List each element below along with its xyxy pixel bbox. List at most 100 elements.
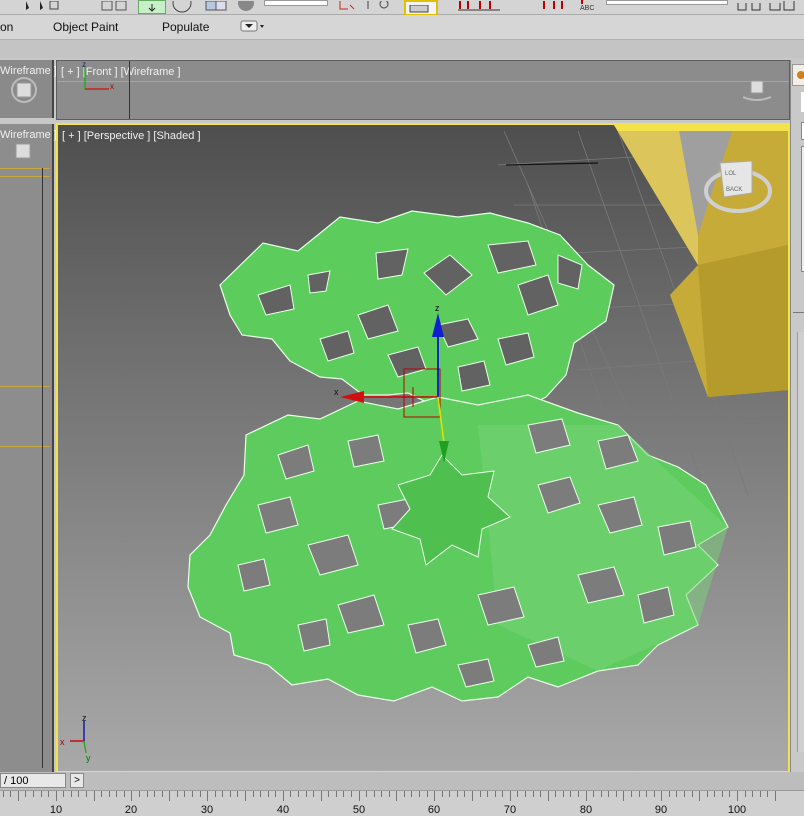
ruler-tick — [192, 791, 193, 797]
ruler-label: 70 — [503, 804, 517, 816]
viewcube-mini-icon[interactable] — [4, 76, 44, 106]
ruler-label: 10 — [49, 804, 63, 816]
tab-object-paint[interactable]: Object Paint — [53, 20, 118, 34]
ruler-tick — [154, 791, 155, 797]
ruler-tick — [654, 791, 655, 797]
ruler-tick — [283, 791, 284, 801]
command-panel[interactable] — [790, 60, 804, 772]
ruler-tick — [404, 791, 405, 797]
ruler-tick — [502, 791, 503, 797]
ruler-tick — [313, 791, 314, 797]
ruler-tick — [245, 791, 246, 801]
ruler-tick — [434, 791, 435, 801]
circle-tool-icon[interactable] — [172, 0, 192, 13]
frame-counter-field[interactable]: / 100 — [0, 773, 66, 788]
search-field[interactable] — [606, 0, 728, 5]
ruler-tick — [714, 791, 715, 797]
ruler-tick — [533, 791, 534, 797]
ruler-tick — [351, 791, 352, 797]
schematic-view-icon[interactable] — [540, 0, 570, 12]
ruler-tick — [124, 791, 125, 797]
tab-populate[interactable]: Populate — [162, 20, 209, 34]
ruler-tick — [48, 791, 49, 797]
ruler-tick — [646, 791, 647, 797]
ruler-tick — [737, 791, 738, 801]
snap-toggle-icon[interactable] — [138, 0, 166, 14]
ruler-tick — [616, 791, 617, 797]
ruler-tick — [3, 791, 4, 797]
ruler-tick — [275, 791, 276, 797]
window-controls-icon[interactable] — [736, 0, 796, 12]
layer-manager-icon[interactable] — [204, 0, 230, 12]
selection-region-icon[interactable] — [100, 0, 130, 12]
ruler-tick — [699, 791, 700, 801]
green-pattern-mesh[interactable] — [187, 210, 729, 702]
ruler-tick — [374, 791, 375, 797]
ruler-label: 20 — [124, 804, 138, 816]
ruler-tick — [752, 791, 753, 797]
ruler-tick — [177, 791, 178, 797]
ruler-tick — [33, 791, 34, 797]
gizmo-z-label: z — [435, 303, 440, 313]
ruler-tick — [419, 791, 420, 797]
ruler-label: 50 — [352, 804, 366, 816]
align-icon[interactable] — [364, 0, 394, 12]
perspective-scene: LOL BACK z x z x y — [60, 125, 788, 763]
axis-tripod-icon: z x y — [60, 713, 91, 763]
timeline-ruler[interactable]: 10 20 30 40 50 60 70 80 90 100 — [0, 790, 804, 816]
named-selection-field[interactable] — [264, 0, 328, 6]
ruler-tick — [745, 791, 746, 797]
gizmo-x-arrow[interactable] — [340, 391, 364, 403]
ribbon-options-dropdown[interactable] — [240, 20, 266, 33]
select-tools-icon[interactable] — [20, 0, 60, 12]
ruler-tick — [237, 791, 238, 797]
ruler-tick — [449, 791, 450, 797]
panel-rollout[interactable] — [797, 332, 804, 752]
ruler-tick — [389, 791, 390, 797]
ruler-tick — [578, 791, 579, 797]
ruler-tick — [525, 791, 526, 797]
command-panel-tab-icon[interactable] — [792, 64, 804, 86]
front-viewcube-icon[interactable] — [743, 79, 773, 103]
ruler-label: 80 — [579, 804, 593, 816]
mirror-icon[interactable] — [336, 0, 358, 12]
ruler-tick — [366, 791, 367, 797]
viewport-left-bottom[interactable]: Wireframe ] — [0, 124, 57, 772]
left-grid-line — [42, 168, 43, 768]
front-grid-line — [129, 61, 130, 119]
ruler-tick — [71, 791, 72, 797]
next-frame-button[interactable]: > — [70, 773, 84, 788]
ruler-tick — [184, 791, 185, 797]
curve-editor-icon[interactable] — [456, 0, 502, 12]
viewport-front[interactable]: [ + ] [Front ] [Wireframe ] z x — [56, 60, 790, 120]
ruler-tick — [147, 791, 148, 797]
ruler-tick — [260, 791, 261, 797]
ruler-tick — [63, 791, 64, 797]
ruler-tick — [86, 791, 87, 797]
ruler-tick — [230, 791, 231, 797]
ruler-tick — [442, 791, 443, 797]
abc-text-icon[interactable]: ABC — [578, 0, 598, 12]
panel-divider — [793, 312, 804, 313]
axis-x-label: x — [110, 82, 114, 91]
ruler-tick — [41, 791, 42, 797]
ruler-tick — [669, 791, 670, 797]
tripod-z-label: z — [82, 713, 87, 723]
front-horizon-line — [57, 81, 789, 82]
tab-selection[interactable]: on — [0, 20, 13, 34]
left-viewcube-icon[interactable] — [6, 140, 46, 164]
ruler-tick — [601, 791, 602, 797]
viewport-left-top[interactable]: Wireframe ] — [0, 60, 57, 118]
material-sphere-icon[interactable] — [236, 0, 256, 12]
ruler-label: 60 — [427, 804, 441, 816]
ruler-tick — [328, 791, 329, 797]
ruler-tick — [94, 791, 95, 801]
render-frame-icon[interactable] — [404, 0, 438, 16]
front-axis-tripod-icon: z x — [82, 61, 114, 91]
ruler-tick — [707, 791, 708, 797]
ruler-tick — [381, 791, 382, 797]
viewport-perspective[interactable]: [ + ] [Perspective ] [Shaded ] LOL BACK … — [56, 123, 790, 773]
ruler-tick — [321, 791, 322, 801]
ruler-tick — [215, 791, 216, 797]
yellow-box-object[interactable] — [614, 125, 788, 397]
